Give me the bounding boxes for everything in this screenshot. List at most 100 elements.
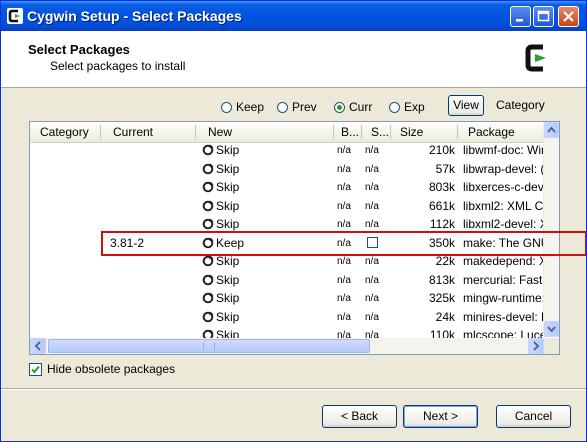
cell-new-action[interactable]: Skip: [202, 328, 239, 338]
col-category[interactable]: Category: [40, 125, 89, 139]
cell-src[interactable]: n/a: [365, 330, 379, 338]
column-separator[interactable]: [457, 125, 458, 139]
wizard-header: Select Packages Select packages to insta…: [1, 31, 586, 88]
cell-src[interactable]: n/a: [365, 182, 379, 193]
cycle-action-icon: [202, 274, 214, 285]
cell-bin[interactable]: n/a: [337, 256, 351, 267]
cell-src[interactable]: n/a: [365, 145, 379, 156]
column-separator[interactable]: [100, 125, 101, 139]
cell-new-action[interactable]: Skip: [202, 254, 239, 268]
cell-bin[interactable]: n/a: [337, 293, 351, 304]
cell-src[interactable]: n/a: [365, 293, 379, 304]
cycle-action-icon: [202, 200, 214, 211]
radio-label: Prev: [292, 100, 317, 114]
cell-bin[interactable]: n/a: [337, 182, 351, 193]
cell-bin[interactable]: n/a: [337, 219, 351, 230]
cancel-button[interactable]: Cancel: [496, 405, 571, 428]
table-row[interactable]: Skip n/a n/a 661k libxml2: XML C: [30, 197, 544, 216]
col-src[interactable]: S...: [371, 125, 389, 139]
vertical-scrollbar[interactable]: [543, 122, 559, 337]
table-row[interactable]: Skip n/a n/a 210k libwmf-doc: Win: [30, 142, 544, 160]
cycle-action-icon: [202, 163, 214, 174]
cell-package: libxml2-devel: X: [463, 217, 544, 231]
table-row[interactable]: Skip n/a n/a 325k mingw-runtime:: [30, 289, 544, 308]
cell-size: 661k: [428, 198, 455, 213]
cell-new-action[interactable]: Skip: [202, 180, 239, 194]
back-button[interactable]: < Back: [322, 405, 397, 428]
hide-obsolete-option[interactable]: Hide obsolete packages: [29, 362, 175, 376]
cell-src[interactable]: n/a: [365, 312, 379, 323]
col-size[interactable]: Size: [400, 125, 423, 139]
horizontal-scrollbar[interactable]: [30, 338, 544, 354]
column-separator[interactable]: [195, 125, 196, 139]
table-row[interactable]: Skip n/a n/a 57k libwrap-devel: (c: [30, 160, 544, 179]
radio-exp[interactable]: Exp: [389, 100, 425, 114]
cell-new-label: Skip: [216, 161, 240, 176]
cell-src[interactable]: n/a: [365, 275, 379, 286]
hide-obsolete-checkbox[interactable]: [29, 362, 42, 376]
cell-bin[interactable]: n/a: [337, 164, 351, 175]
close-button[interactable]: [558, 6, 579, 27]
cycle-action-icon: [202, 181, 214, 193]
cell-bin[interactable]: n/a: [337, 330, 351, 338]
cell-src[interactable]: n/a: [365, 201, 379, 212]
radio-circle: [389, 101, 400, 113]
cell-src[interactable]: n/a: [365, 164, 379, 175]
scroll-up-button[interactable]: [544, 122, 559, 138]
cell-new-action[interactable]: Skip: [202, 273, 239, 287]
cell-src[interactable]: n/a: [365, 219, 379, 230]
table-row[interactable]: Skip n/a n/a 803k libxerces-c-deve: [30, 178, 544, 197]
cell-bin[interactable]: n/a: [337, 201, 351, 212]
column-separator[interactable]: [361, 125, 362, 139]
radio-curr[interactable]: Curr: [334, 100, 372, 114]
scroll-grip-icon: [203, 343, 215, 350]
cell-package: libwmf-doc: Win: [463, 143, 544, 157]
radio-keep[interactable]: Keep: [221, 100, 264, 114]
cell-src[interactable]: n/a: [365, 256, 379, 267]
maximize-button[interactable]: [533, 6, 554, 27]
table-row[interactable]: Skip n/a n/a 813k mercurial: Fast,: [30, 271, 544, 290]
radio-prev[interactable]: Prev: [277, 100, 317, 114]
page-subtitle: Select packages to install: [50, 59, 186, 73]
col-current[interactable]: Current: [113, 125, 153, 139]
cell-package: libxml2: XML C: [463, 198, 544, 213]
cell-new-label: Skip: [216, 309, 240, 324]
cell-new-action[interactable]: Skip: [202, 217, 239, 231]
cell-bin[interactable]: n/a: [337, 145, 351, 156]
cell-new-action[interactable]: Skip: [202, 199, 239, 213]
cell-new-action[interactable]: Skip: [202, 310, 239, 324]
cell-new-action[interactable]: Skip: [202, 143, 239, 157]
col-package[interactable]: Package: [468, 125, 515, 139]
radio-label: Curr: [349, 100, 373, 114]
column-separator[interactable]: [333, 125, 334, 139]
maximize-icon: [537, 10, 550, 22]
next-button[interactable]: Next >: [403, 405, 478, 428]
minimize-button[interactable]: [510, 6, 531, 27]
cycle-action-icon: [202, 292, 214, 304]
horizontal-scroll-thumb[interactable]: [48, 339, 370, 353]
title-bar[interactable]: Cygwin Setup - Select Packages: [1, 1, 586, 31]
chevron-left-icon: [34, 341, 41, 351]
cell-bin[interactable]: n/a: [337, 275, 351, 286]
table-row[interactable]: Skip n/a n/a 110k mlcscope: Luce: [30, 326, 544, 338]
scroll-right-button[interactable]: [528, 338, 544, 354]
cell-size: 110k: [429, 328, 455, 338]
cell-bin[interactable]: n/a: [337, 312, 351, 323]
column-separator[interactable]: [390, 125, 391, 139]
scroll-down-button[interactable]: [544, 321, 559, 337]
cell-new-action[interactable]: Skip: [202, 162, 239, 176]
cell-new-label: Skip: [216, 328, 240, 338]
scroll-left-button[interactable]: [30, 338, 46, 354]
table-row[interactable]: Skip n/a n/a 24k minires-devel: D: [30, 308, 544, 327]
col-bin[interactable]: B...: [341, 125, 359, 139]
page-title: Select Packages: [28, 42, 130, 57]
view-button[interactable]: View: [448, 95, 484, 116]
highlight-box: [101, 231, 586, 256]
check-icon: [31, 365, 40, 373]
col-new[interactable]: New: [208, 125, 232, 139]
cycle-action-icon: [202, 329, 214, 338]
cell-new-action[interactable]: Skip: [202, 291, 239, 305]
cell-size: 57k: [435, 161, 455, 176]
minimize-icon: [516, 19, 523, 22]
column-header: Category Current New B... S... Size Pack…: [30, 122, 544, 143]
